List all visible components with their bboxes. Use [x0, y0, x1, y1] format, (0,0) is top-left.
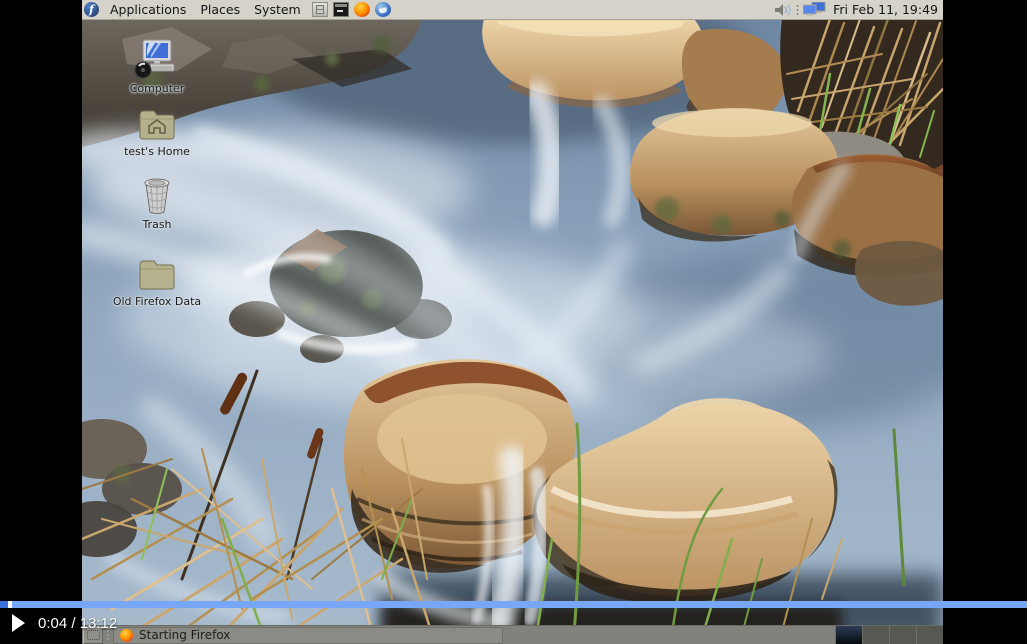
file-manager-icon[interactable] [312, 2, 328, 17]
desktop-icon-label: Computer [130, 82, 185, 95]
desktop-icon-label: Trash [142, 218, 171, 231]
home-folder-icon [137, 106, 177, 143]
workspace-2[interactable] [862, 626, 889, 644]
menu-system[interactable]: System [247, 0, 308, 19]
terminal-icon[interactable] [333, 2, 349, 17]
time-display: 0:04 / 13:12 [38, 615, 117, 632]
progress-remaining [12, 601, 1027, 608]
menu-applications[interactable]: Applications [103, 0, 193, 19]
firefox-icon [120, 629, 133, 642]
window-button-label: Starting Firefox [139, 628, 230, 642]
trash-icon [137, 176, 177, 216]
top-panel: f Applications Places System Fri Feb 11, [82, 0, 943, 20]
workspace-3[interactable] [889, 626, 916, 644]
play-button[interactable] [12, 614, 25, 632]
firefox-icon[interactable] [354, 2, 370, 17]
screencast-video: f Applications Places System Fri Feb 11, [82, 0, 943, 644]
network-icon[interactable] [803, 2, 826, 17]
clock-applet[interactable]: Fri Feb 11, 19:49 [830, 2, 941, 17]
desktop-icon-old-firefox-data[interactable]: Old Firefox Data [107, 256, 207, 308]
progress-played [0, 601, 8, 608]
menu-places[interactable]: Places [193, 0, 247, 19]
volume-icon[interactable] [774, 3, 792, 17]
desktop-icon-computer[interactable]: Computer [107, 38, 207, 95]
desktop-icon-trash[interactable]: Trash [107, 176, 207, 231]
fedora-logo-icon[interactable]: f [84, 2, 99, 17]
bottom-taskbar: Starting Firefox [82, 625, 943, 644]
computer-icon [134, 38, 180, 80]
thunderbird-icon[interactable] [375, 2, 391, 17]
desktop-icon-label: Old Firefox Data [113, 295, 201, 308]
panel-launchers [312, 2, 391, 17]
folder-icon [137, 256, 177, 293]
applet-handle[interactable] [796, 4, 799, 16]
panel-status-area: Fri Feb 11, 19:49 [774, 2, 943, 17]
workspace-4[interactable] [916, 626, 943, 644]
workspace-1[interactable] [835, 626, 862, 644]
desktop-icon-home[interactable]: test's Home [107, 106, 207, 158]
progress-bar[interactable] [0, 601, 1027, 608]
desktop-icon-label: test's Home [124, 145, 190, 158]
wallpaper-stream-photo [82, 19, 943, 644]
window-button-starting-firefox[interactable]: Starting Firefox [113, 627, 503, 644]
workspace-switcher [835, 626, 943, 644]
